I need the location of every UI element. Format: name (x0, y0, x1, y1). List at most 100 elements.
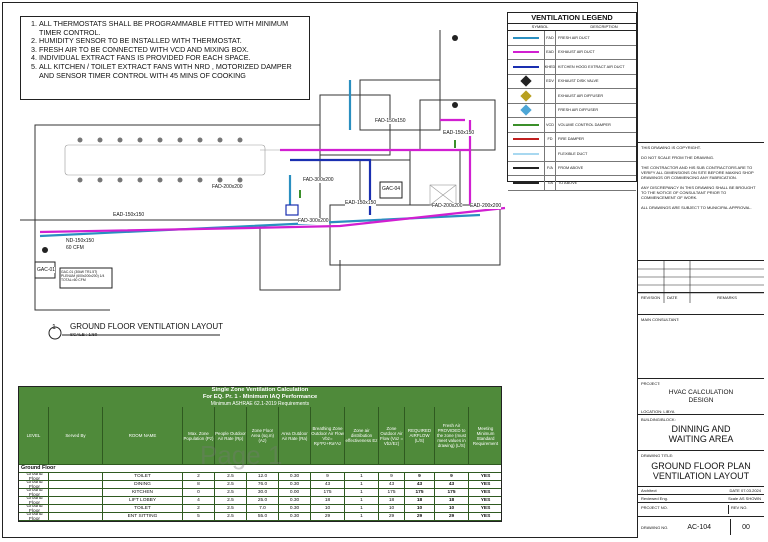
legend-swatch (513, 152, 539, 155)
table-cell (49, 489, 103, 497)
remarks-label: REMARKS (717, 295, 737, 300)
table-cell: 43 (435, 481, 469, 489)
table-cell: Ground Floor (19, 473, 49, 481)
legend-desc: EXHAUST DISK VALVE (558, 79, 599, 84)
toilet-room-wall (419, 99, 496, 151)
table-cell: 1 (345, 513, 379, 521)
table-cell (49, 497, 103, 505)
scale-label: Scale (728, 496, 739, 501)
table-cell: YES (469, 489, 501, 497)
lift-lobby-wall (409, 149, 461, 206)
legend-abbr: T/A (545, 176, 556, 190)
table-section: Ground Floor (19, 465, 501, 473)
table-cell: ENT SITTING (103, 513, 183, 521)
table-header-cell: ROOM NAME (103, 407, 183, 465)
table-cell: 2 (183, 473, 215, 481)
drawing-no-label: DRAWING NO. (641, 524, 669, 530)
main-consultant-box: MAIN CONSULTANT: (638, 314, 764, 378)
lower-room-wall (329, 204, 501, 266)
legend-row: F/A FROM ABOVE (508, 161, 636, 176)
legend-row: EAD EXHAUST AIR DUCT (508, 45, 636, 60)
table-cell: 1 (345, 505, 379, 513)
chair (157, 137, 163, 143)
unit-label: GAC-04 (382, 186, 401, 192)
table-header-cell: LEVEL (19, 407, 49, 465)
table-cell (49, 513, 103, 521)
project-label: PROJECT: (641, 381, 661, 386)
table-cell: 29 (435, 513, 469, 521)
reviewed-row: Reviewed Eng. Scale AS SHOWN (638, 494, 764, 502)
legend-row: T/A TO ABOVE (508, 176, 636, 191)
chair (77, 177, 83, 183)
legend-abbr (545, 89, 556, 103)
rev-value: 00 (730, 519, 761, 535)
chair (177, 177, 183, 183)
table-cell: Ground Floor (19, 505, 49, 513)
legend-symbol (508, 74, 545, 88)
date-value: 07.03.2024 (740, 488, 761, 493)
plan-number: 1 (52, 324, 56, 331)
dining-table (64, 144, 266, 176)
legend-title: VENTILATION LEGEND (508, 13, 636, 24)
table-cell: 12.0 (247, 473, 279, 481)
chair (97, 177, 103, 183)
table-cell: 29 (379, 513, 405, 521)
legend-rows: FAD FRESH AIR DUCT EAD EXHAUST AIR DUCT KHED… (508, 31, 636, 191)
legend-abbr: KHED (545, 60, 556, 74)
legend-col-symbol: SYMBOL (531, 24, 549, 29)
legend-symbol (508, 31, 545, 45)
legend-swatch (513, 167, 539, 170)
table-header-cell: Zone Outdoor Air Flow (Voz = Vbz/Ez) (379, 407, 405, 465)
duct-label: FAD-200x200 (212, 184, 243, 190)
table-cell: YES (469, 513, 501, 521)
drawing-no-row: DRAWING NO. AC-104 00 (638, 516, 764, 537)
duct-label: FAD-200x200 (432, 203, 463, 209)
legend-swatch (520, 90, 532, 102)
legend-swatch (513, 138, 539, 141)
duct-label: EAD-200x200 (470, 203, 502, 209)
unit-label: GAC-01 (37, 267, 56, 273)
drawing-title: GROUND FLOOR PLAN VENTILATION LAYOUT (651, 461, 751, 481)
duct-label: FAD-150x150 (375, 118, 406, 124)
approval-note: ALL DRAWINGS ARE SUBJECT TO MUNICIPAL AP… (641, 205, 752, 210)
building-box: BUILDING/BLOCK: DINNING AND WAITING AREA (638, 414, 764, 450)
table-header-cell: Breathing Zone Outdoor Air Flow Vbz= Rp*… (311, 407, 345, 465)
table-cell: 1 (345, 481, 379, 489)
table-cell: LIFT LOBBY (103, 497, 183, 505)
table-cell (49, 481, 103, 489)
title-block: THIS DRAWING IS COPYRIGHT. DO NOT SCALE … (637, 2, 764, 538)
architect-label: Architect (641, 488, 657, 493)
date-field-label: DATE (729, 488, 740, 493)
duct-label: 60 CFM (66, 245, 84, 251)
exhaust-fan-top (452, 35, 458, 41)
table-cell: 0.30 (279, 473, 311, 481)
revision-label: REVISION (641, 295, 661, 300)
legend-desc: KITCHEN HOOD EXTRACT AIR DUCT (558, 64, 625, 69)
table-cell: 175 (311, 489, 345, 497)
ventilation-calculation-table: Single Zone Ventilation Calculation For … (18, 386, 502, 522)
legend-abbr: FD (545, 132, 556, 146)
legend-desc: FRESH AIR DUCT (558, 35, 590, 40)
legend-desc: TO ABOVE (558, 180, 578, 185)
legend-swatch (520, 75, 532, 87)
table-cell: 25.0 (247, 497, 279, 505)
table-cell: 2.5 (215, 497, 247, 505)
table-body: Ground Floor TOILET 2 2.5 12.0 0.30 9 1 9 9 9 YES Gr… (19, 473, 501, 521)
table-cell: 175 (435, 489, 469, 497)
table-cell: Ground Floor (19, 489, 49, 497)
plan-title-text: GROUND FLOOR VENTILATION LAYOUT (70, 322, 224, 331)
legend-desc: EXHAUST AIR DUCT (558, 50, 595, 55)
terrace-wall (259, 225, 341, 291)
date-label: DATE (667, 295, 678, 300)
legend-row: FRESH AIR DIFFUSER (508, 103, 636, 118)
table-cell: 18 (405, 497, 435, 505)
legend-row: EDV EXHAUST DISK VALVE (508, 74, 636, 89)
table-cell: 1 (345, 473, 379, 481)
legend-symbol (508, 89, 545, 103)
drawing-no: AC-104 (687, 523, 712, 531)
legend-row: VCD VOLUME CONTROL DAMPER (508, 118, 636, 133)
legend-swatch (513, 123, 539, 126)
legend-header: SYMBOL DESCRIPTION (508, 24, 636, 31)
exhaust-fan-left (42, 247, 48, 253)
legend-swatch (513, 51, 539, 54)
